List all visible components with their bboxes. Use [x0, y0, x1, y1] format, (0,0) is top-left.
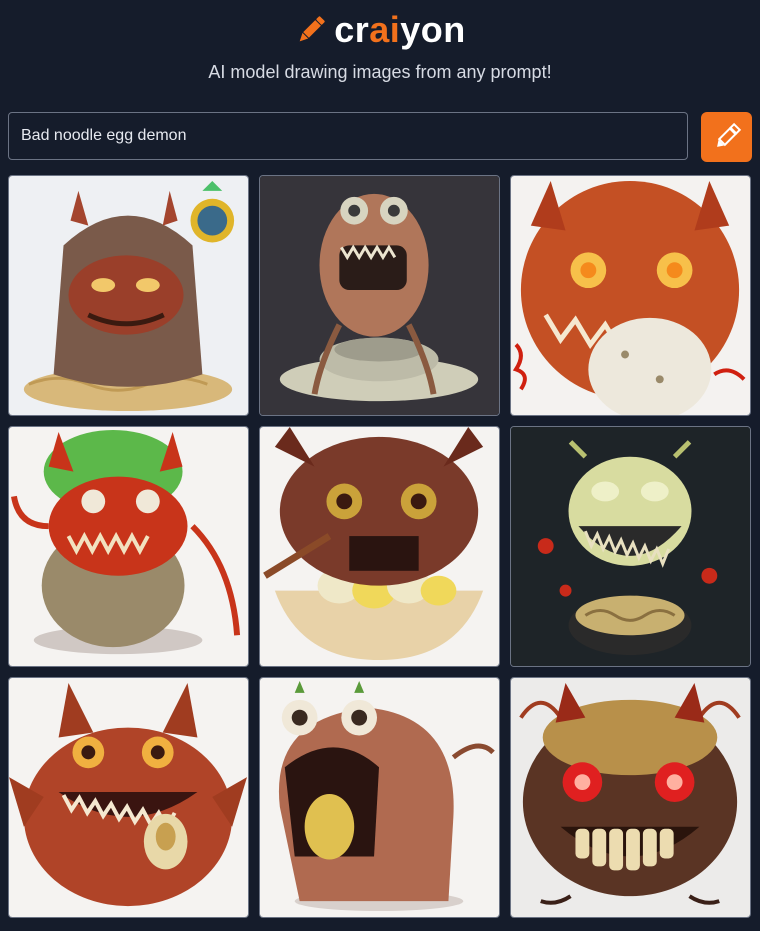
generated-image-5[interactable]	[259, 426, 500, 667]
generated-image-2[interactable]	[259, 175, 500, 416]
demon-image-9	[511, 678, 750, 917]
pencil-icon	[716, 122, 741, 147]
generated-image-8[interactable]	[259, 677, 500, 918]
demon-image-5	[260, 427, 499, 666]
logo-wordmark: craiyon	[334, 9, 466, 50]
demon-image-8	[260, 678, 499, 917]
header: craiyon AI model drawing images from any…	[0, 0, 760, 100]
generated-image-7[interactable]	[8, 677, 249, 918]
generated-image-1[interactable]	[8, 175, 249, 416]
demon-image-2	[260, 176, 499, 415]
demon-image-3	[511, 176, 750, 415]
craiyon-logo[interactable]: craiyon	[0, 8, 760, 52]
generated-image-4[interactable]	[8, 426, 249, 667]
prompt-bar	[8, 112, 752, 162]
demon-image-6	[511, 427, 750, 666]
generated-image-9[interactable]	[510, 677, 751, 918]
prompt-input[interactable]	[8, 112, 688, 160]
demon-image-4	[9, 427, 248, 666]
draw-button[interactable]	[701, 112, 752, 162]
generated-image-3[interactable]	[510, 175, 751, 416]
image-grid	[8, 175, 752, 918]
demon-image-7	[9, 678, 248, 917]
demon-image-1	[9, 176, 248, 415]
tagline: AI model drawing images from any prompt!	[208, 62, 552, 82]
pencil-logo-icon	[299, 16, 325, 42]
generated-image-6[interactable]	[510, 426, 751, 667]
